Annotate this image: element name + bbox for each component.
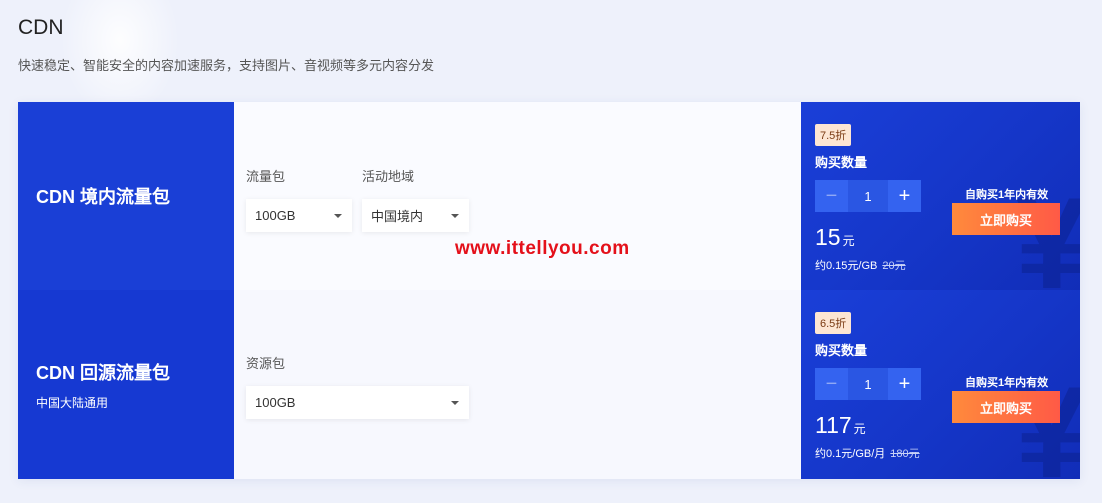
chevron-down-icon (334, 213, 342, 218)
discount-badge: 7.5折 (815, 124, 852, 146)
quantity-label: 购买数量 (815, 343, 868, 358)
field-label: 流量包 (246, 169, 286, 184)
product-config-cell: 资源包 100GB (234, 290, 801, 479)
select-value: 中国境内 (371, 209, 424, 224)
buy-now-button[interactable]: 立即购买 (952, 203, 1060, 235)
select-value: 100GB (255, 395, 296, 410)
quantity-value[interactable]: 1 (848, 368, 888, 400)
watermark-text: www.ittellyou.com (455, 238, 630, 259)
field-label: 资源包 (246, 356, 286, 371)
product-row-domestic: CDN 境内流量包 流量包 100GB 活动地域 中国境内 ¥ 7.5折 购买数 (18, 102, 1080, 290)
quantity-label: 购买数量 (815, 155, 868, 170)
product-name: CDN 境内流量包 (36, 187, 170, 207)
chevron-down-icon (451, 213, 459, 218)
unit-price-text: 约0.15元/GB (815, 260, 878, 272)
increase-button[interactable]: + (888, 180, 921, 212)
decrease-button[interactable]: − (815, 368, 848, 400)
product-subtitle: 中国大陆通用 (36, 395, 109, 410)
field-label: 活动地域 (362, 169, 415, 184)
page-title: CDN (18, 16, 64, 39)
product-name-cell: CDN 回源流量包 中国大陆通用 (18, 290, 234, 479)
increase-button[interactable]: + (888, 368, 921, 400)
product-name-cell: CDN 境内流量包 (18, 102, 234, 290)
price-amount: 15 (815, 224, 841, 250)
validity-note: 自购买1年内有效 (965, 377, 1049, 389)
price-unit: 元 (842, 234, 855, 248)
purchase-cell: ¥ 6.5折 购买数量 − 1 + 117元 约0.1元/GB/月180元 自购… (801, 290, 1080, 479)
validity-note: 自购买1年内有效 (965, 189, 1049, 201)
purchase-cell: ¥ 7.5折 购买数量 − 1 + 15元 约0.15元/GB20元 自购买1年… (801, 102, 1080, 290)
unit-price-text: 约0.1元/GB/月 (815, 448, 886, 460)
quantity-stepper: − 1 + (815, 180, 921, 212)
price-amount: 117 (815, 412, 852, 438)
product-config-cell: 流量包 100GB 活动地域 中国境内 (234, 102, 801, 290)
product-row-origin: CDN 回源流量包 中国大陆通用 资源包 100GB ¥ 6.5折 购买数量 −… (18, 290, 1080, 479)
region-select[interactable]: 中国境内 (362, 199, 469, 232)
product-name: CDN 回源流量包 (36, 362, 170, 383)
decrease-button[interactable]: − (815, 180, 848, 212)
resource-package-select[interactable]: 100GB (246, 386, 469, 419)
unit-price: 约0.1元/GB/月 180元 (815, 445, 920, 461)
quantity-value[interactable]: 1 (848, 180, 888, 212)
buy-now-button[interactable]: 立即购买 (952, 391, 1060, 423)
region-field: 活动地域 中国境内 (362, 166, 469, 232)
price: 15 元 (815, 224, 855, 251)
unit-price: 约0.15元/GB 20元 (815, 257, 906, 273)
original-price: 20元 (882, 260, 906, 272)
resource-package-field: 资源包 100GB (246, 353, 469, 419)
original-price: 180元 (890, 448, 920, 460)
price-unit: 元 (853, 422, 866, 436)
traffic-package-field: 流量包 100GB (246, 166, 352, 232)
discount-badge: 6.5折 (815, 312, 852, 334)
chevron-down-icon (451, 400, 459, 405)
select-value: 100GB (255, 208, 296, 223)
page-subtitle: 快速稳定、智能安全的内容加速服务，支持图片、音视频等多元内容分发 (18, 58, 435, 73)
traffic-package-select[interactable]: 100GB (246, 199, 352, 232)
quantity-stepper: − 1 + (815, 368, 921, 400)
price: 117 元 (815, 412, 866, 439)
product-panel: CDN 境内流量包 流量包 100GB 活动地域 中国境内 ¥ 7.5折 购买数 (18, 102, 1080, 479)
